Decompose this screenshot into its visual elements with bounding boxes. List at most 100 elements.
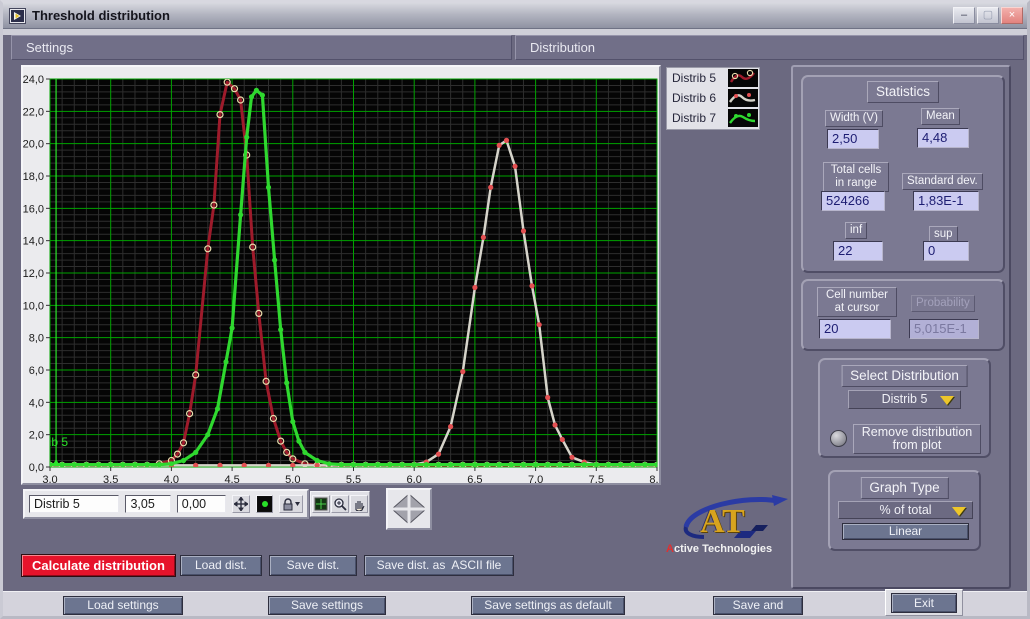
stddev-label: Standard dev.	[902, 173, 983, 190]
calculate-distribution-button[interactable]: Calculate distribution	[21, 554, 176, 577]
remove-distribution-led-button[interactable]	[830, 430, 847, 447]
probability-label: Probability	[911, 295, 975, 312]
svg-text:4,0: 4,0	[29, 397, 44, 409]
mean-label: Mean	[921, 108, 960, 125]
cursor-mover-pad[interactable]	[386, 488, 432, 530]
move-cursor-icon[interactable]	[232, 495, 250, 513]
plot-area[interactable]: Distrib 50,02,04,06,08,010,012,014,016,0…	[23, 67, 659, 488]
legend-item-distrib5[interactable]: Distrib 5	[667, 68, 759, 88]
chevron-down-icon	[940, 396, 954, 405]
logo-text: AT	[700, 503, 745, 541]
save-settings-button[interactable]: Save settings	[268, 596, 386, 615]
distribution-dropdown[interactable]: Distrib 5	[848, 390, 961, 409]
svg-text:6,0: 6,0	[29, 365, 44, 377]
lock-cursor-icon[interactable]	[279, 495, 303, 513]
legend-item-distrib6[interactable]: Distrib 6	[667, 88, 759, 108]
mean-field[interactable]: 4,48	[917, 128, 969, 148]
save-and-exit-button[interactable]: Save and Exit	[713, 596, 803, 615]
svg-text:4,5: 4,5	[224, 474, 239, 483]
plot-legend[interactable]: Distrib 5 Distrib 6 Distrib 7	[666, 67, 760, 130]
linear-scale-button[interactable]: Linear	[842, 523, 969, 540]
svg-text:8,0: 8,0	[649, 474, 659, 483]
total-cells-label: Total cells in range	[823, 162, 889, 192]
stddev-field[interactable]: 1,83E-1	[913, 191, 979, 211]
cursor-cell-panel: Cell number at cursor 20 Probability 5,0…	[801, 279, 1005, 351]
inf-field[interactable]: 22	[833, 241, 883, 261]
right-panel-column: Statistics Width (V) Mean 2,50 4,48 Tota…	[791, 65, 1011, 589]
svg-text:10,0: 10,0	[23, 300, 44, 312]
svg-text:22,0: 22,0	[23, 106, 44, 118]
cursor-legend: Distrib 5 3,05 0,00	[23, 489, 309, 519]
svg-text:18,0: 18,0	[23, 171, 44, 183]
save-settings-default-button[interactable]: Save settings as default	[471, 596, 625, 615]
distribution-chart[interactable]: Distrib 50,02,04,06,08,010,012,014,016,0…	[21, 65, 661, 485]
legend-sample-distrib5	[728, 69, 758, 87]
svg-text:5,0: 5,0	[285, 474, 300, 483]
legend-label: Distrib 6	[672, 91, 734, 105]
minimize-button[interactable]: –	[953, 7, 975, 24]
svg-text:7,0: 7,0	[528, 474, 543, 483]
app-icon	[9, 8, 26, 24]
svg-text:20,0: 20,0	[23, 139, 44, 151]
tab-settings[interactable]: Settings	[11, 35, 512, 60]
svg-text:14,0: 14,0	[23, 236, 44, 248]
graph-type-dropdown-value: % of total	[879, 503, 931, 517]
cell-number-field[interactable]: 20	[819, 319, 891, 339]
legend-sample-distrib6	[728, 89, 758, 107]
diamond-icon	[390, 492, 428, 526]
graph-type-title: Graph Type	[860, 477, 948, 499]
svg-text:7,5: 7,5	[589, 474, 604, 483]
exit-button-frame: Exit	[885, 589, 963, 616]
cursor-name-field[interactable]: Distrib 5	[29, 495, 119, 513]
crosshair-tool-icon[interactable]	[312, 495, 330, 513]
zoom-tool-icon[interactable]	[331, 495, 349, 513]
remove-distribution-label[interactable]: Remove distribution from plot	[853, 424, 981, 454]
graph-type-panel: Graph Type % of total Linear	[828, 470, 981, 551]
legend-label: Distrib 7	[672, 111, 734, 125]
save-dist-button[interactable]: Save dist.	[269, 555, 357, 576]
cursor-y-field[interactable]: 0,00	[177, 495, 226, 513]
sup-field[interactable]: 0	[923, 241, 969, 261]
window-title: Threshold distribution	[32, 8, 170, 23]
exit-button[interactable]: Exit	[891, 593, 957, 613]
statistics-title: Statistics	[867, 81, 939, 103]
legend-label: Distrib 5	[672, 71, 734, 85]
save-dist-ascii-button[interactable]: Save dist. as ASCII file	[364, 555, 514, 576]
close-button[interactable]: ×	[1001, 7, 1023, 24]
probability-field: 5,015E-1	[909, 319, 979, 339]
statistics-panel: Statistics Width (V) Mean 2,50 4,48 Tota…	[801, 75, 1005, 273]
select-distribution-panel: Select Distribution Distrib 5 Remove dis…	[818, 358, 991, 458]
bottom-bar: Load settings Save settings Save setting…	[3, 591, 1027, 616]
graph-type-dropdown[interactable]: % of total	[838, 501, 973, 519]
distribution-dropdown-value: Distrib 5	[882, 392, 928, 406]
inf-label: inf	[845, 222, 867, 239]
tab-distribution[interactable]: Distribution	[515, 35, 1024, 60]
cell-number-label: Cell number at cursor	[817, 287, 897, 317]
load-settings-button[interactable]: Load settings	[63, 596, 183, 615]
svg-text:6,5: 6,5	[467, 474, 482, 483]
svg-text:12,0: 12,0	[23, 268, 44, 280]
total-cells-field[interactable]: 524266	[821, 191, 885, 211]
load-dist-button[interactable]: Load dist.	[180, 555, 262, 576]
graph-palette	[310, 491, 370, 517]
pan-tool-icon[interactable]	[350, 495, 368, 513]
svg-text:5,5: 5,5	[346, 474, 361, 483]
legend-item-distrib7[interactable]: Distrib 7	[667, 108, 759, 128]
width-label: Width (V)	[825, 110, 883, 127]
svg-text:6,0: 6,0	[407, 474, 422, 483]
app-window: Threshold distribution – ▢ × Settings Di…	[0, 0, 1030, 619]
svg-text:4,0: 4,0	[164, 474, 179, 483]
legend-sample-distrib7	[728, 109, 758, 127]
svg-text:8,0: 8,0	[29, 333, 44, 345]
svg-text:0,0: 0,0	[29, 462, 44, 474]
active-technologies-logo: AT Active Technologies	[656, 491, 790, 563]
cursor-style-icon[interactable]	[256, 495, 274, 513]
svg-text:16,0: 16,0	[23, 203, 44, 215]
title-bar[interactable]: Threshold distribution – ▢ ×	[3, 3, 1027, 29]
chevron-down-icon	[952, 507, 966, 516]
svg-text:3,5: 3,5	[103, 474, 118, 483]
logo-subtitle: Active Technologies	[666, 543, 772, 555]
width-field[interactable]: 2,50	[827, 129, 879, 149]
cursor-x-field[interactable]: 3,05	[125, 495, 170, 513]
maximize-button[interactable]: ▢	[977, 7, 999, 24]
